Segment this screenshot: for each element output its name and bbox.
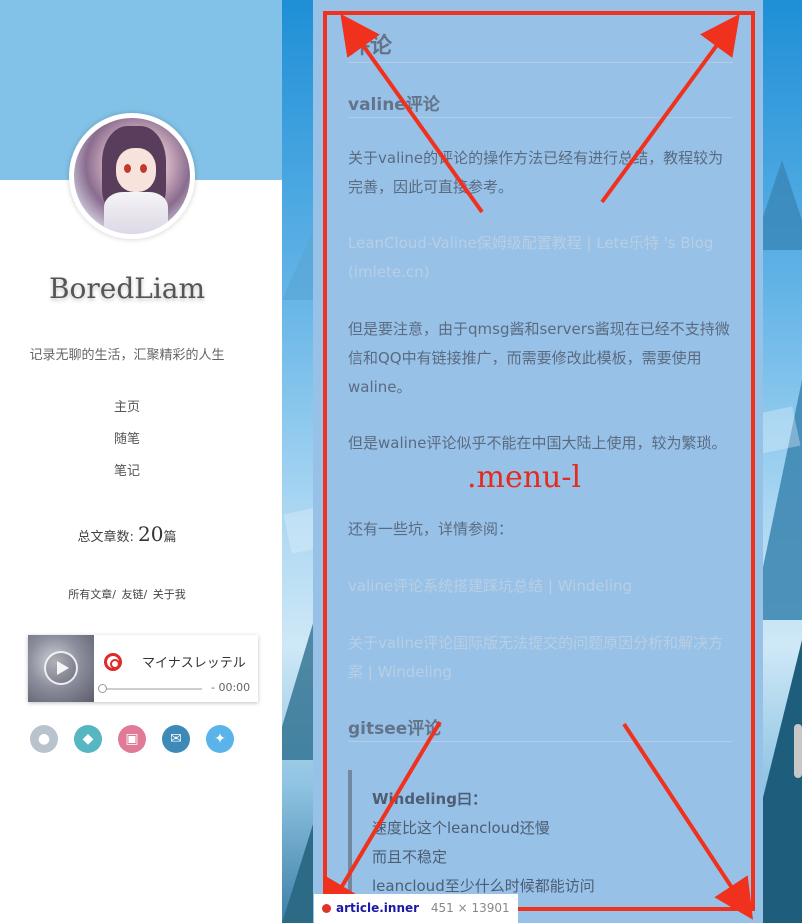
arrow-bottom-left	[321, 720, 442, 921]
arrow-top-left	[340, 13, 484, 214]
arrow-bottom-right	[622, 722, 754, 920]
arrow-top-right	[600, 13, 740, 204]
annotation-arrows	[321, 13, 754, 921]
tooltip-size: 451 × 13901	[430, 901, 510, 915]
devtools-tooltip: article.inner 451 × 13901	[314, 894, 518, 923]
record-dot-icon	[322, 904, 331, 913]
tooltip-selector: article.inner	[336, 901, 420, 915]
